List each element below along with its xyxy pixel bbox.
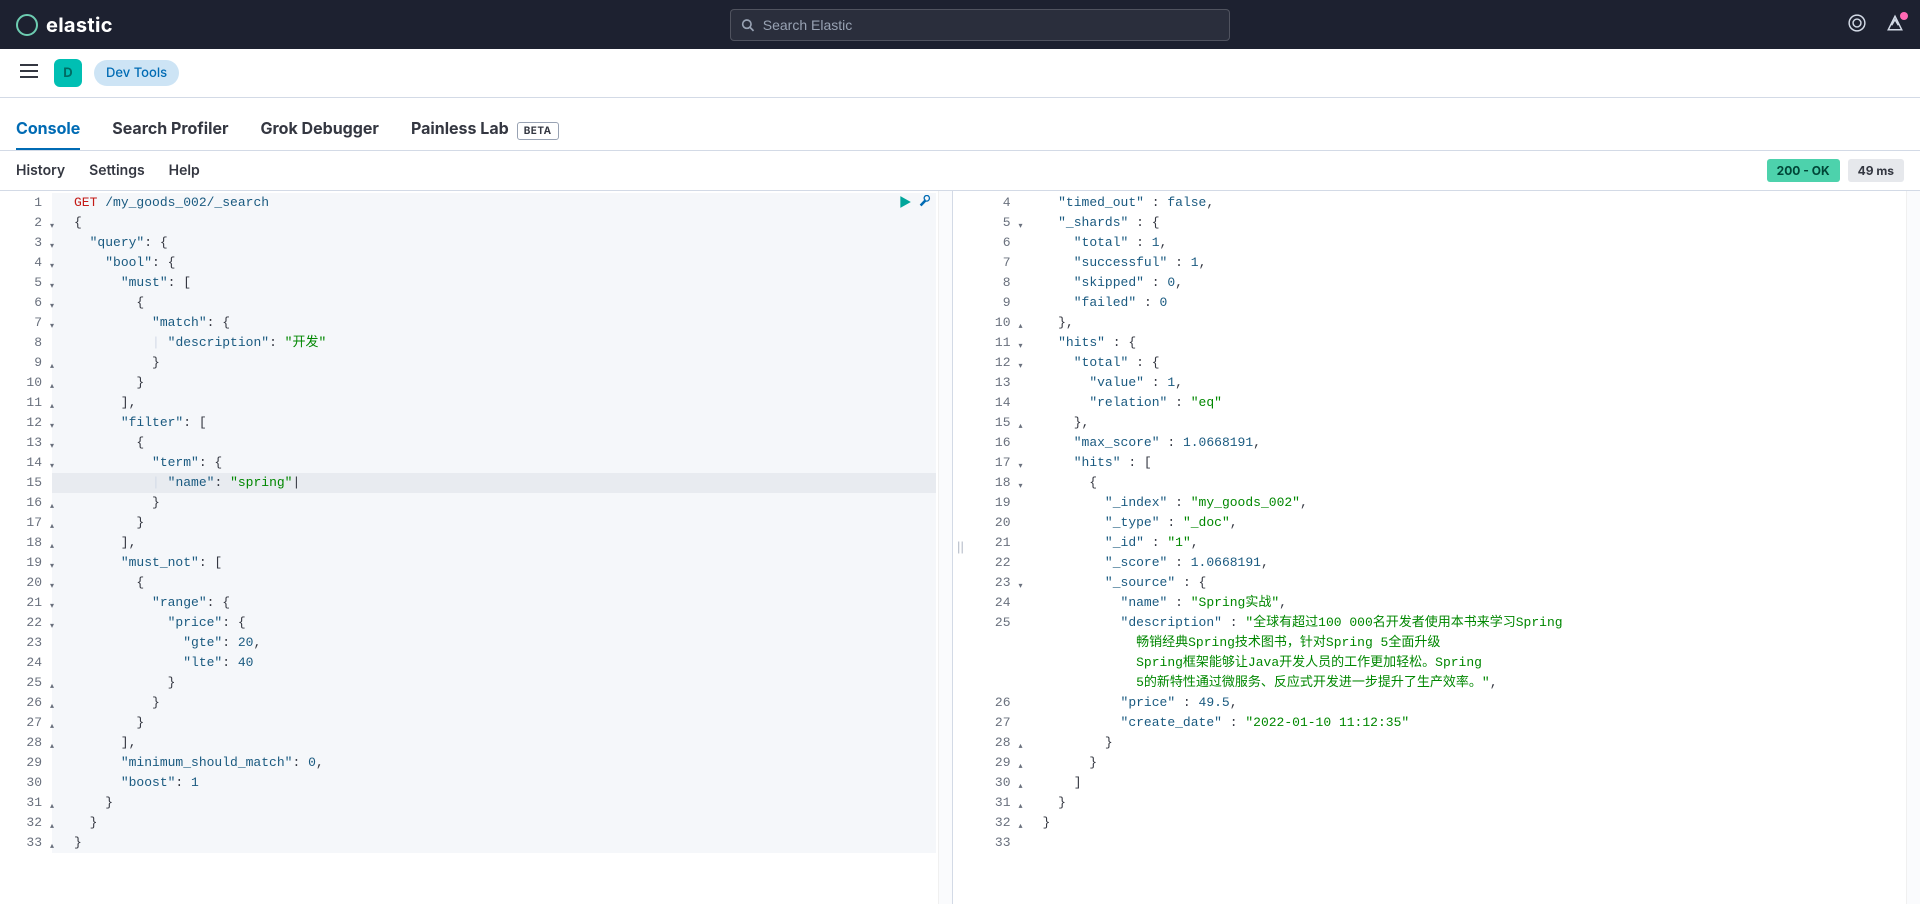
history-link[interactable]: History xyxy=(16,162,65,179)
tab-search-profiler[interactable]: Search Profiler xyxy=(112,108,228,150)
elastic-logo-text: elastic xyxy=(46,13,113,37)
response-gutter: 45▾678910▴11▾12▾131415▴1617▾18▾192021222… xyxy=(969,191,1021,853)
search-input[interactable] xyxy=(763,17,1220,33)
editor-split: 12▾3▾4▾5▾6▾7▾89▴10▴11▴12▾13▾14▾1516▴17▴1… xyxy=(0,190,1920,904)
request-pane[interactable]: 12▾3▾4▾5▾6▾7▾89▴10▴11▴12▾13▾14▾1516▴17▴1… xyxy=(0,191,953,904)
global-search[interactable] xyxy=(730,9,1230,41)
help-link[interactable]: Help xyxy=(169,162,200,179)
response-status-badge: 200 - OK xyxy=(1767,159,1840,182)
request-gutter: 12▾3▾4▾5▾6▾7▾89▴10▴11▴12▾13▾14▾1516▴17▴1… xyxy=(0,191,52,853)
settings-link[interactable]: Settings xyxy=(89,162,145,179)
dev-tools-tabs: Console Search Profiler Grok Debugger Painl… xyxy=(0,98,1920,151)
newsfeed-icon[interactable] xyxy=(1886,14,1904,36)
help-icon[interactable] xyxy=(1848,14,1866,36)
console-toolbar: History Settings Help 200 - OK 49 ms xyxy=(0,151,1920,190)
response-scrollbar[interactable] xyxy=(1906,191,1920,904)
response-time-badge: 49 ms xyxy=(1848,159,1904,182)
beta-badge: BETA xyxy=(517,122,559,140)
search-icon xyxy=(741,18,754,32)
request-options-button[interactable] xyxy=(918,195,932,213)
space-selector[interactable]: D xyxy=(54,59,82,87)
nav-toggle-button[interactable] xyxy=(16,60,42,86)
elastic-logo-icon xyxy=(16,14,38,36)
tab-grok-debugger[interactable]: Grok Debugger xyxy=(261,108,379,150)
breadcrumb[interactable]: Dev Tools xyxy=(94,60,179,86)
app-header: D Dev Tools xyxy=(0,49,1920,98)
pane-resizer[interactable]: || xyxy=(953,191,969,904)
response-viewer: "timed_out" : false, "_shards" : { "tota… xyxy=(1021,191,1920,853)
global-header: elastic xyxy=(0,0,1920,49)
elastic-logo[interactable]: elastic xyxy=(16,13,113,37)
notification-dot xyxy=(1900,12,1908,20)
tab-console[interactable]: Console xyxy=(16,108,80,150)
run-request-button[interactable] xyxy=(898,195,912,213)
response-pane[interactable]: 45▾678910▴11▾12▾131415▴1617▾18▾192021222… xyxy=(969,191,1920,904)
request-editor[interactable]: GET /my_goods_002/_search { "query": { "… xyxy=(52,191,952,853)
tab-painless-lab[interactable]: Painless LabBETA xyxy=(411,108,559,150)
